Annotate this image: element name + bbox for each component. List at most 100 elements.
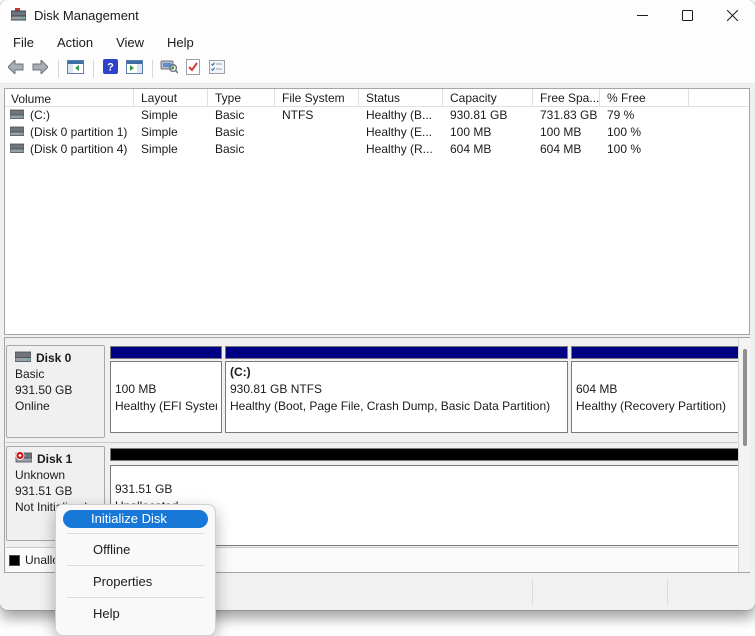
maximize-button[interactable] xyxy=(665,0,710,30)
window-controls xyxy=(620,0,755,30)
unallocated-header-bar xyxy=(110,448,749,461)
scrollbar-thumb[interactable] xyxy=(743,349,747,446)
disk0-panel[interactable]: Disk 0 Basic 931.50 GB Online xyxy=(6,345,105,438)
partition-title xyxy=(576,364,744,381)
menu-file[interactable]: File xyxy=(10,33,37,52)
partition-size: 930.81 GB NTFS xyxy=(230,381,563,398)
disk-management-app-icon xyxy=(11,8,26,26)
partition-size: 604 MB xyxy=(576,381,744,398)
volume-row[interactable]: (Disk 0 partition 1) Simple Basic Health… xyxy=(5,124,749,141)
disk-type: Basic xyxy=(15,366,104,382)
partition-recovery[interactable]: 604 MB Healthy (Recovery Partition) xyxy=(571,361,749,433)
window-title: Disk Management xyxy=(34,8,139,23)
volume-name: (C:) xyxy=(30,107,50,124)
volume-free-space: 604 MB xyxy=(533,141,600,158)
status-bar-divider xyxy=(532,579,533,604)
column-header-layout[interactable]: Layout xyxy=(134,89,208,106)
partition-c-drive[interactable]: (C:) 930.81 GB NTFS Healthy (Boot, Page … xyxy=(225,361,568,433)
forward-button[interactable] xyxy=(29,58,51,80)
disk-row-divider xyxy=(6,442,738,443)
help-icon: ? xyxy=(103,59,118,79)
volume-file-system xyxy=(275,124,359,141)
volume-layout: Simple xyxy=(134,124,208,141)
show-console-tree-button[interactable] xyxy=(64,58,86,80)
document-check-icon xyxy=(186,59,200,80)
menu-help[interactable]: Help xyxy=(164,33,197,52)
volume-pct-free: 100 % xyxy=(600,124,689,141)
close-button[interactable] xyxy=(710,0,755,30)
volume-row[interactable]: (C:) Simple Basic NTFS Healthy (B... 930… xyxy=(5,107,749,124)
column-header-file-system[interactable]: File System xyxy=(275,89,359,106)
disk-name: Disk 0 xyxy=(36,350,71,366)
svg-text:?: ? xyxy=(107,62,114,74)
unallocated-swatch-icon xyxy=(9,555,20,566)
disk-icon xyxy=(15,350,31,366)
menu-view[interactable]: View xyxy=(113,33,147,52)
column-header-pct-free[interactable]: % Free xyxy=(600,89,689,106)
task-list-button[interactable] xyxy=(206,58,228,80)
volume-drive-icon xyxy=(10,141,24,158)
toolbar-separator xyxy=(58,60,59,78)
volume-type: Basic xyxy=(208,124,275,141)
volume-list-header: Volume Layout Type File System Status Ca… xyxy=(5,89,749,107)
disk-error-icon xyxy=(15,451,32,467)
disk-type: Unknown xyxy=(15,467,104,483)
computer-scan-icon xyxy=(160,59,178,79)
partition-header-bar xyxy=(225,346,568,359)
volume-pct-free: 79 % xyxy=(600,107,689,124)
partition-title: (C:) xyxy=(230,364,563,381)
toolbar-separator xyxy=(152,60,153,78)
volume-free-space: 731.83 GB xyxy=(533,107,600,124)
partition-status: Healthy (EFI System xyxy=(115,398,217,415)
disk-status: Online xyxy=(15,398,104,414)
volume-type: Basic xyxy=(208,141,275,158)
volume-file-system xyxy=(275,141,359,158)
volume-drive-icon xyxy=(10,124,24,141)
volume-status: Healthy (B... xyxy=(359,107,443,124)
volume-layout: Simple xyxy=(134,107,208,124)
partition-title xyxy=(115,364,217,381)
minimize-button[interactable] xyxy=(620,0,665,30)
partition-header-bar xyxy=(110,346,222,359)
context-menu-item-offline[interactable]: Offline xyxy=(56,539,215,560)
volume-row[interactable]: (Disk 0 partition 4) Simple Basic Health… xyxy=(5,141,749,158)
context-menu-item-help[interactable]: Help xyxy=(56,603,215,624)
toolbar: ? xyxy=(0,54,755,84)
partition-efi[interactable]: 100 MB Healthy (EFI System xyxy=(110,361,222,433)
status-bar-divider xyxy=(667,579,668,604)
show-action-pane-button[interactable] xyxy=(123,58,145,80)
volume-name: (Disk 0 partition 4) xyxy=(30,141,127,158)
partition-status: Healthy (Recovery Partition) xyxy=(576,398,744,415)
column-header-status[interactable]: Status xyxy=(359,89,443,106)
menu-action[interactable]: Action xyxy=(54,33,96,52)
title-bar[interactable]: Disk Management xyxy=(0,0,755,30)
volume-capacity: 100 MB xyxy=(443,124,533,141)
rescan-disks-button[interactable] xyxy=(158,58,180,80)
volume-layout: Simple xyxy=(134,141,208,158)
partition-status: Healthy (Boot, Page File, Crash Dump, Ba… xyxy=(230,398,563,415)
console-tree-icon xyxy=(67,60,84,79)
column-header-type[interactable]: Type xyxy=(208,89,275,106)
volume-status: Healthy (E... xyxy=(359,124,443,141)
graph-pane-scrollbar[interactable] xyxy=(738,338,750,572)
column-header-volume[interactable]: Volume xyxy=(5,89,134,106)
disk-size: 931.51 GB xyxy=(15,483,104,499)
column-header-capacity[interactable]: Capacity xyxy=(443,89,533,106)
volume-pct-free: 100 % xyxy=(600,141,689,158)
volume-file-system: NTFS xyxy=(275,107,359,124)
action-log-button[interactable] xyxy=(182,58,204,80)
forward-arrow-icon xyxy=(32,60,48,79)
volume-capacity: 604 MB xyxy=(443,141,533,158)
context-menu-separator xyxy=(67,565,204,566)
column-header-free-space[interactable]: Free Spa... xyxy=(533,89,600,106)
action-pane-icon xyxy=(126,60,143,79)
context-menu-item-initialize-disk[interactable]: Initialize Disk xyxy=(63,510,208,528)
task-list-icon xyxy=(209,60,225,79)
help-button[interactable]: ? xyxy=(99,58,121,80)
volume-free-space: 100 MB xyxy=(533,124,600,141)
volume-type: Basic xyxy=(208,107,275,124)
volume-list-pane: Volume Layout Type File System Status Ca… xyxy=(4,88,750,335)
context-menu-item-properties[interactable]: Properties xyxy=(56,571,215,592)
back-button[interactable] xyxy=(5,58,27,80)
back-arrow-icon xyxy=(8,60,24,79)
